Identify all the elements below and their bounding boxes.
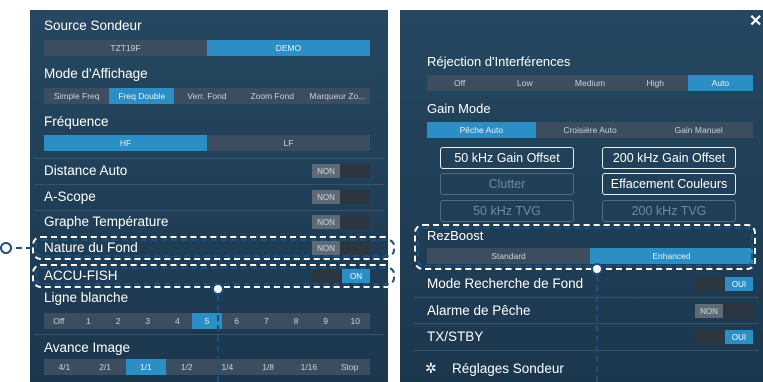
segment-option[interactable]: Marqueur Zo...	[305, 88, 370, 104]
close-icon[interactable]: ✕	[749, 11, 762, 31]
segment-option[interactable]: Low	[492, 75, 557, 91]
toggle-state: NON	[695, 304, 723, 318]
segment-option[interactable]: 4/1	[44, 359, 85, 375]
ascope-toggle[interactable]: NON	[312, 190, 370, 204]
fish-alarm-toggle[interactable]: NON	[695, 304, 753, 318]
callout-marker-dot	[0, 242, 12, 254]
gain-mode-selector[interactable]: Pêche Auto Croisière Auto Gain Manuel	[427, 122, 753, 138]
tvg-200khz-button[interactable]: 200 kHz TVG	[602, 200, 736, 222]
leader-line	[596, 275, 600, 382]
divider	[34, 158, 384, 159]
segment-option[interactable]: 1/1	[125, 359, 167, 375]
frequency-selector[interactable]: HF LF	[44, 135, 370, 151]
temp-graph-label: Graphe Température	[44, 214, 169, 229]
toggle-state: OUI	[725, 277, 753, 291]
white-line-label: Ligne blanche	[44, 290, 129, 305]
segment-option[interactable]: 2	[103, 313, 133, 329]
interference-selector[interactable]: Off Low Medium High Auto	[427, 75, 754, 91]
segment-option[interactable]: 10	[340, 313, 370, 329]
segment-option[interactable]: Croisière Auto	[536, 122, 645, 138]
segment-option[interactable]: Off	[427, 75, 492, 91]
segment-option[interactable]: 1	[74, 313, 104, 329]
segment-option[interactable]: Simple Freq	[44, 88, 109, 104]
gear-icon: ✲	[425, 360, 437, 376]
segment-option[interactable]: 2/1	[85, 359, 126, 375]
tvg-50khz-button[interactable]: 50 kHz TVG	[440, 200, 574, 222]
segment-option[interactable]: Pêche Auto	[427, 122, 536, 138]
callout-bottom-nature	[32, 236, 398, 260]
segment-option[interactable]: HF	[44, 135, 207, 151]
segment-option[interactable]: 1/8	[248, 359, 289, 375]
segment-option[interactable]: 3	[133, 313, 163, 329]
gain-offset-50khz-button[interactable]: 50 kHz Gain Offset	[440, 147, 574, 169]
segment-option[interactable]: DEMO	[207, 40, 370, 56]
gain-mode-label: Gain Mode	[427, 101, 491, 116]
callout-marker-dot	[591, 263, 603, 275]
toggle-state: OUI	[725, 330, 753, 344]
segment-option[interactable]: Auto	[687, 75, 754, 91]
segment-option[interactable]: 4	[163, 313, 193, 329]
callout-marker-dot	[212, 283, 224, 295]
gain-offset-200khz-button[interactable]: 200 kHz Gain Offset	[602, 147, 736, 169]
source-label: Source Sondeur	[44, 18, 142, 33]
sounder-settings-link[interactable]: Réglages Sondeur	[452, 361, 564, 376]
segment-option[interactable]: LF	[207, 135, 370, 151]
segment-option[interactable]: 6	[222, 313, 252, 329]
bottom-search-toggle[interactable]: OUI	[695, 277, 753, 291]
frequency-label: Fréquence	[44, 114, 109, 129]
toggle-state: NON	[312, 215, 340, 229]
segment-option[interactable]: Stop	[329, 359, 370, 375]
divider	[414, 350, 759, 351]
source-selector[interactable]: TZT19F DEMO	[44, 40, 370, 56]
bottom-search-label: Mode Recherche de Fond	[427, 276, 584, 291]
segment-option[interactable]: High	[623, 75, 688, 91]
tx-stby-label: TX/STBY	[427, 329, 484, 344]
segment-option[interactable]: 1/2	[166, 359, 207, 375]
interference-label: Réjection d'Interférences	[427, 54, 571, 69]
segment-option[interactable]: Medium	[557, 75, 622, 91]
segment-option[interactable]: Verr. Fond	[174, 88, 239, 104]
segment-option[interactable]: 1/4	[207, 359, 248, 375]
segment-option[interactable]: Zoom Fond	[240, 88, 305, 104]
divider	[414, 323, 759, 324]
segment-option[interactable]: 7	[251, 313, 281, 329]
fish-alarm-label: Alarme de Pêche	[427, 303, 531, 318]
leader-line	[217, 295, 221, 382]
callout-rezboost	[414, 224, 756, 270]
segment-option[interactable]: Gain Manuel	[644, 122, 753, 138]
segment-option[interactable]: Freq Double	[109, 88, 175, 104]
divider	[34, 184, 384, 185]
divider	[34, 334, 384, 335]
segment-option[interactable]: Off	[44, 313, 74, 329]
divider	[414, 297, 759, 298]
segment-option[interactable]: 9	[311, 313, 341, 329]
picture-advance-selector[interactable]: 4/1 2/1 1/1 1/2 1/4 1/8 1/16 Stop	[44, 359, 370, 375]
auto-distance-toggle[interactable]: NON	[312, 164, 370, 178]
picture-advance-label: Avance Image	[44, 340, 131, 355]
clutter-button[interactable]: Clutter	[440, 173, 574, 195]
display-mode-selector[interactable]: Simple Freq Freq Double Verr. Fond Zoom Fon…	[44, 88, 370, 104]
segment-option[interactable]: 8	[281, 313, 311, 329]
white-line-selector[interactable]: Off 1 2 3 4 5 6 7 8 9 10	[44, 313, 370, 329]
color-erase-button[interactable]: Effacement Couleurs	[602, 173, 736, 195]
segment-option[interactable]: 1/16	[289, 359, 330, 375]
temp-graph-toggle[interactable]: NON	[312, 215, 370, 229]
toggle-state: NON	[312, 164, 340, 178]
divider	[34, 210, 384, 211]
tx-stby-toggle[interactable]: OUI	[695, 330, 753, 344]
auto-distance-label: Distance Auto	[44, 163, 128, 178]
ascope-label: A-Scope	[44, 189, 96, 204]
display-mode-label: Mode d'Affichage	[44, 66, 148, 81]
segment-option[interactable]: TZT19F	[44, 40, 207, 56]
toggle-state: NON	[312, 190, 340, 204]
